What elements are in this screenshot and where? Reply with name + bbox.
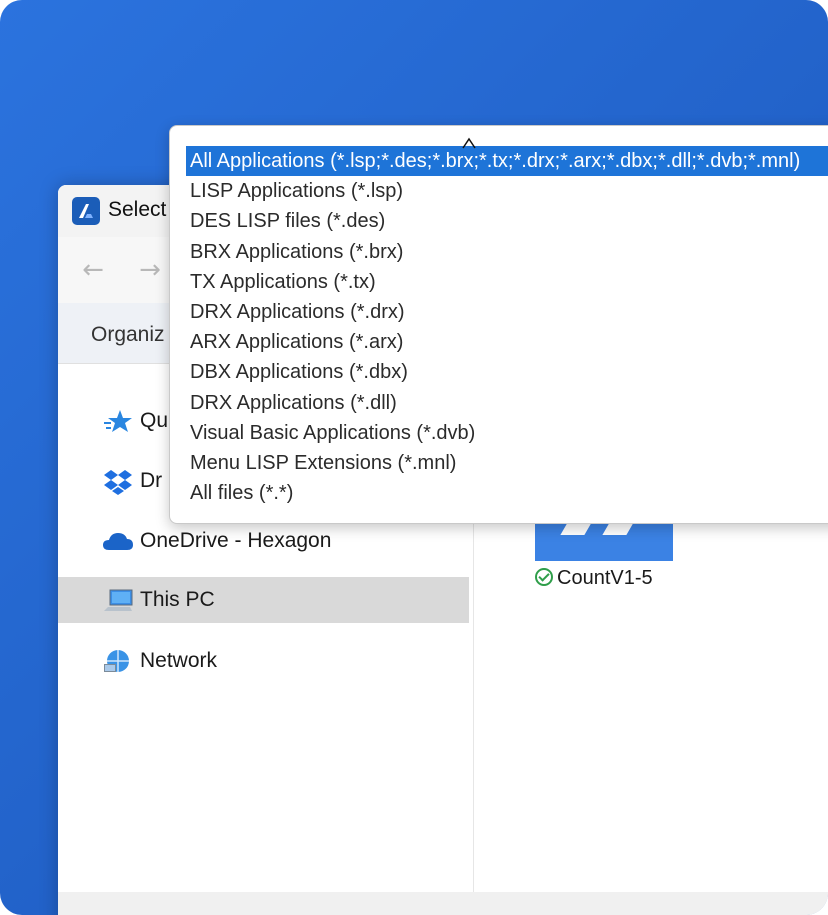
dialog-title: Select (108, 198, 167, 221)
file-name: CountV1-5 (557, 567, 653, 589)
dropdown-option[interactable]: Menu LISP Extensions (*.mnl) (186, 448, 828, 478)
desktop-background: Select ← → Organiz Qu Dr OneDrive - Hexa… (0, 0, 828, 915)
nav-label: This PC (140, 588, 215, 611)
nav-item-network[interactable]: Network (58, 638, 469, 684)
dropdown-option[interactable]: ARX Applications (*.arx) (186, 327, 828, 357)
nav-item-this-pc[interactable]: This PC (58, 577, 469, 623)
nav-label: Dr (140, 469, 163, 492)
check-circle-icon (535, 568, 553, 586)
nav-label: OneDrive - Hexagon (140, 529, 332, 552)
nav-item-onedrive[interactable]: OneDrive - Hexagon (58, 518, 469, 564)
dropdown-option[interactable]: DES LISP files (*.des) (186, 206, 828, 236)
back-arrow-icon[interactable]: ← (78, 255, 108, 285)
dialog-footer (58, 892, 828, 915)
dropdown-option[interactable]: BRX Applications (*.brx) (186, 237, 828, 267)
dropdown-option[interactable]: DBX Applications (*.dbx) (186, 357, 828, 387)
star-icon (104, 410, 132, 432)
nav-label: Qu (140, 409, 169, 432)
dropdown-option[interactable]: DRX Applications (*.dll) (186, 388, 828, 418)
forward-arrow-icon[interactable]: → (135, 255, 165, 285)
dropdown-option[interactable]: TX Applications (*.tx) (186, 267, 828, 297)
file-type-dropdown-list: All Applications (*.lsp;*.des;*.brx;*.tx… (169, 125, 828, 524)
dropdown-option[interactable]: All files (*.*) (186, 478, 828, 508)
bricscad-app-icon (72, 197, 100, 225)
nav-label: Network (140, 649, 218, 672)
network-icon (104, 650, 129, 672)
dropdown-option[interactable]: DRX Applications (*.drx) (186, 297, 828, 327)
dropbox-icon (104, 470, 132, 495)
computer-icon (104, 589, 133, 611)
mouse-cursor-icon (462, 137, 476, 149)
dropdown-option[interactable]: All Applications (*.lsp;*.des;*.brx;*.tx… (186, 146, 828, 177)
dropdown-option[interactable]: Visual Basic Applications (*.dvb) (186, 418, 828, 448)
organize-button[interactable]: Organiz (91, 323, 165, 347)
cloud-icon (103, 533, 133, 550)
file-item[interactable]: CountV1-5 (535, 567, 653, 590)
dropdown-option[interactable]: LISP Applications (*.lsp) (186, 176, 828, 206)
